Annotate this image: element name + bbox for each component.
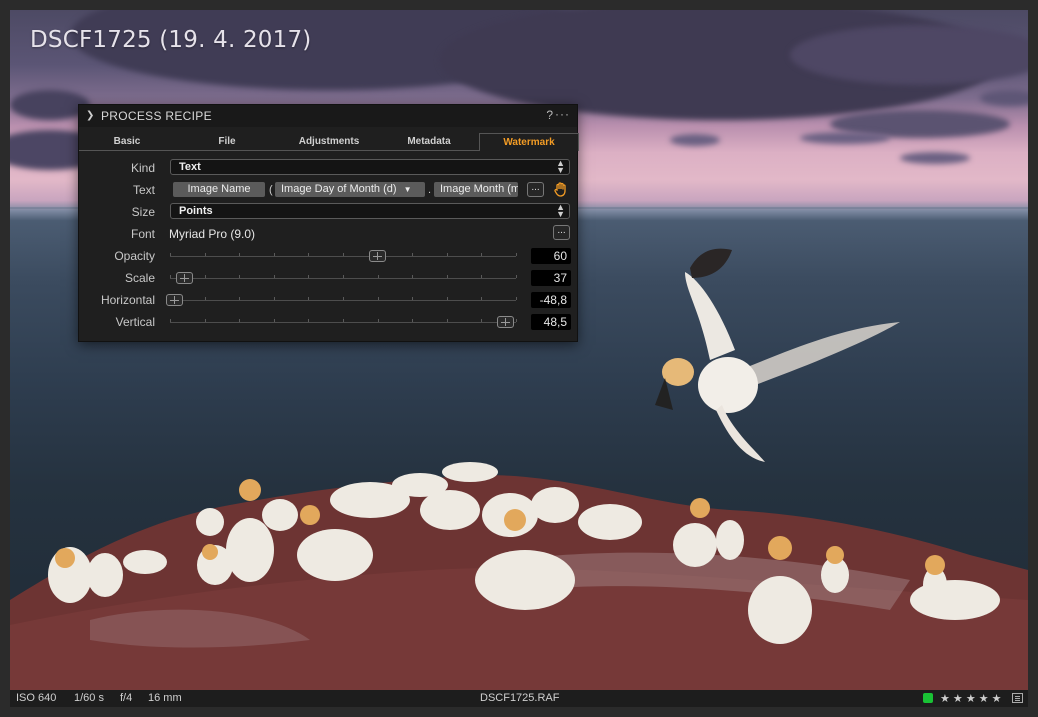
text-label: Text — [132, 183, 155, 197]
shutter-value: 1/60 s — [74, 692, 104, 704]
horizontal-slider[interactable] — [166, 294, 517, 306]
opacity-label: Opacity — [114, 249, 155, 263]
opacity-slider[interactable] — [170, 250, 517, 262]
aperture-value: f/4 — [120, 692, 133, 704]
photo-title: DSCF1725 (19. 4. 2017) — [30, 27, 312, 53]
hand-icon[interactable] — [553, 181, 569, 197]
token-day-label: Image Day of Month (d) — [281, 183, 397, 195]
chevron-down-icon: ▼ — [403, 185, 412, 194]
token-image-month[interactable]: Image Month (m) — [434, 182, 518, 197]
size-select[interactable]: Points ▲ ▼ — [170, 203, 570, 219]
up-down-chevron-icon: ▲ ▼ — [556, 158, 565, 175]
tab-basic[interactable]: Basic — [79, 133, 175, 151]
token-image-name[interactable]: Image Name — [173, 182, 265, 197]
up-down-chevron-icon: ▲ ▼ — [556, 202, 565, 219]
image-viewer: DSCF1725 (19. 4. 2017) ❯ PROCESS RECIPE … — [0, 0, 1038, 717]
chevron-down-icon[interactable]: ❯ — [86, 110, 94, 121]
help-icon[interactable]: ? — [546, 108, 553, 122]
vertical-label: Vertical — [115, 315, 155, 329]
kind-select[interactable]: Text ▲ ▼ — [170, 159, 570, 175]
horizontal-value-field[interactable]: -48,8 — [531, 292, 571, 308]
tab-file[interactable]: File — [175, 133, 279, 151]
kind-label: Kind — [130, 161, 155, 175]
size-label: Size — [131, 205, 155, 219]
token-image-day-of-month[interactable]: Image Day of Month (d) ▼ — [275, 182, 425, 197]
text-more-button[interactable]: ... — [527, 182, 544, 197]
panel-header[interactable]: ❯ PROCESS RECIPE ? ··· — [79, 105, 577, 127]
kind-select-value: Text — [179, 161, 201, 173]
scale-value-field[interactable]: 37 — [531, 270, 571, 286]
tab-adjustments[interactable]: Adjustments — [279, 133, 379, 151]
process-recipe-panel: ❯ PROCESS RECIPE ? ··· Basic File Adjust… — [78, 104, 579, 342]
color-tag[interactable] — [923, 693, 933, 703]
scale-slider[interactable] — [170, 272, 517, 284]
text-separator: . — [428, 184, 432, 196]
font-value: Myriad Pro (9.0) — [169, 227, 256, 241]
horizontal-slider-thumb[interactable] — [166, 294, 183, 306]
opacity-value-field[interactable]: 60 — [531, 248, 571, 264]
scale-slider-thumb[interactable] — [176, 272, 194, 284]
horizontal-label: Horizontal — [100, 293, 155, 307]
iso-value: ISO 640 — [16, 692, 57, 704]
font-more-button[interactable]: ... — [553, 225, 570, 240]
list-icon[interactable] — [1012, 693, 1023, 703]
vertical-slider[interactable] — [170, 316, 517, 328]
vertical-value-field[interactable]: 48,5 — [531, 314, 571, 330]
font-label: Font — [130, 227, 155, 241]
scale-label: Scale — [124, 271, 155, 285]
recipe-tabs: Basic File Adjustments Metadata Watermar… — [79, 133, 579, 151]
vertical-slider-thumb[interactable] — [497, 316, 515, 328]
focal-length-value: 16 mm — [148, 692, 182, 704]
status-bar: ISO 640 1/60 s f/4 16 mm DSCF1725.RAF ★ … — [10, 690, 1028, 707]
tab-metadata[interactable]: Metadata — [379, 133, 479, 151]
tab-watermark[interactable]: Watermark — [479, 133, 579, 151]
panel-title: PROCESS RECIPE — [101, 109, 212, 123]
rating-stars[interactable]: ★ ★ ★ ★ ★ — [940, 692, 1002, 705]
more-options-icon[interactable]: ··· — [555, 107, 570, 121]
text-separator: ( — [269, 184, 273, 196]
filename: DSCF1725.RAF — [480, 692, 560, 704]
opacity-slider-thumb[interactable] — [368, 250, 386, 262]
size-select-value: Points — [179, 205, 213, 217]
